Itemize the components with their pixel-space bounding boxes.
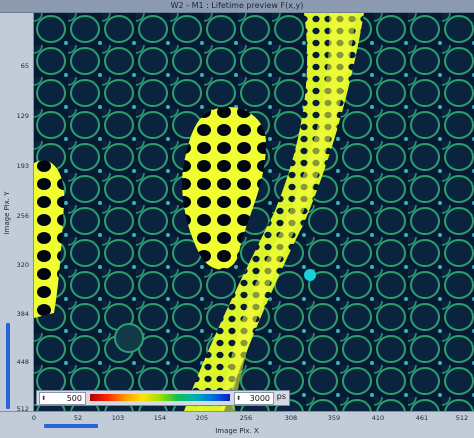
min-value-spinbox[interactable]: ⬍ 500 [39, 392, 86, 405]
window-title: W2 - M1 : Lifetime preview F(x,y) [170, 1, 304, 10]
min-value: 500 [66, 394, 82, 403]
x-tick: 205 [195, 414, 209, 422]
y-axis-label: Image Pix. Y [3, 191, 11, 235]
x-tick: 308 [284, 414, 298, 422]
max-value-spinbox[interactable]: ⬍ 3000 [234, 392, 274, 405]
x-tick: 52 [73, 414, 83, 422]
x-tick: 103 [111, 414, 125, 422]
x-tick: 410 [371, 414, 385, 422]
max-value: 3000 [249, 394, 270, 403]
x-axis-label: Image Pix. X [215, 427, 259, 435]
x-tick: 256 [239, 414, 253, 422]
spin-arrows-icon[interactable]: ⬍ [236, 393, 241, 404]
microscopy-image [34, 13, 474, 411]
y-tick: 448 [16, 358, 29, 366]
spin-arrows-icon[interactable]: ⬍ [41, 393, 46, 404]
x-tick: 154 [153, 414, 167, 422]
y-scrollbar[interactable] [6, 323, 10, 409]
x-tick: 512 [455, 414, 469, 422]
y-tick: 320 [16, 261, 29, 269]
y-tick: 384 [16, 310, 29, 318]
x-tick: 0 [31, 414, 37, 422]
x-tick: 359 [327, 414, 341, 422]
lifetime-image[interactable] [34, 13, 474, 411]
color-gradient-bar [90, 394, 230, 401]
lifetime-color-scale: ⬍ 500 ⬍ 3000 ps [36, 390, 290, 406]
y-tick: 129 [16, 112, 29, 120]
x-axis-panel: 0 52 103 154 205 256 308 359 410 461 512… [0, 411, 474, 438]
y-tick: 256 [16, 212, 29, 220]
x-tick: 461 [415, 414, 429, 422]
y-tick: 65 [20, 62, 29, 70]
title-bar: W2 - M1 : Lifetime preview F(x,y) [0, 0, 474, 13]
y-tick: 193 [16, 162, 29, 170]
unit-label: ps [276, 392, 286, 401]
y-axis-panel: Image Pix. Y 65 129 193 256 320 384 448 … [0, 13, 34, 413]
